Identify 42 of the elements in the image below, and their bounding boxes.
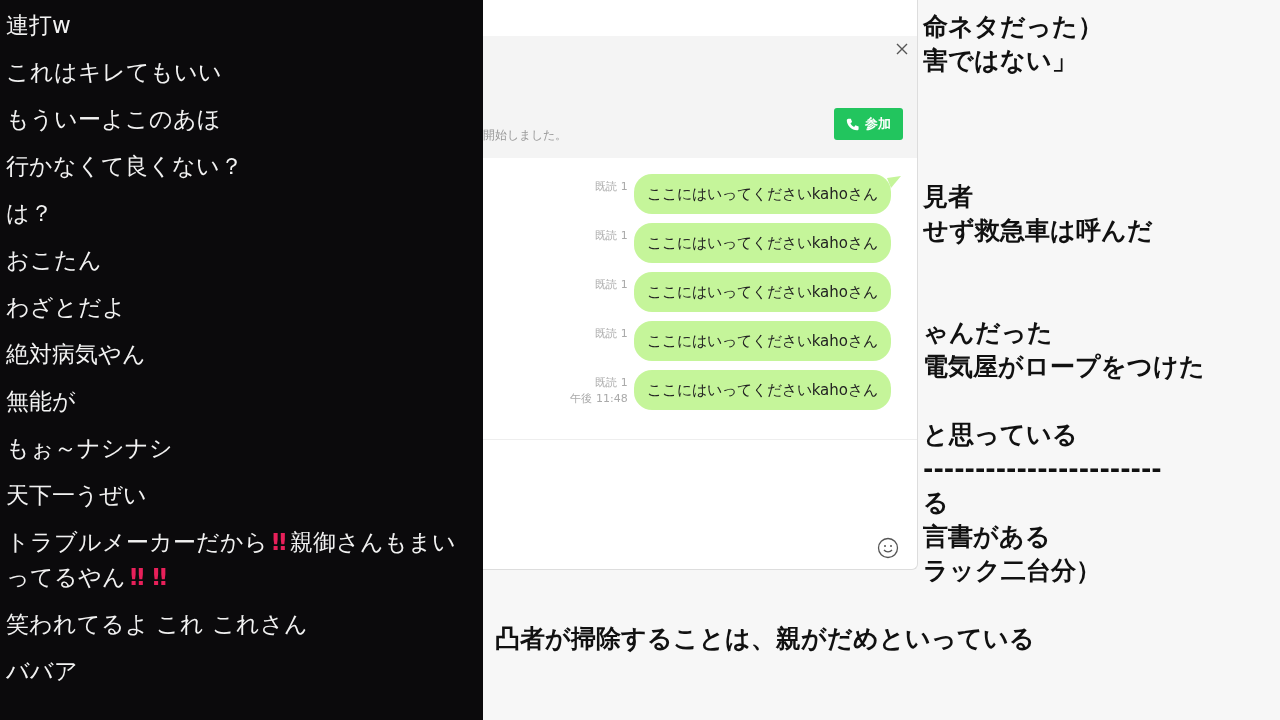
message-bubble: ここにはいってくださいkahoさん: [633, 321, 891, 361]
close-icon[interactable]: [895, 42, 909, 56]
document-line: せず救急車は呼んだ: [923, 215, 1153, 247]
phone-icon: [846, 117, 859, 131]
read-receipt: 既読 1: [595, 228, 628, 244]
chat-message: 連打w: [6, 11, 72, 40]
chat-message: は？: [6, 199, 54, 228]
read-receipt: 既読 1: [595, 326, 628, 342]
read-receipt: 既読 1: [595, 179, 628, 195]
document-line: る: [923, 487, 949, 519]
bubble-tail: [887, 176, 901, 188]
chat-message: 行かなくて良くない？: [6, 152, 244, 181]
emoji-icon[interactable]: [877, 537, 899, 559]
document-line: ゃんだった: [923, 317, 1053, 349]
chat-message: もういーよこのあほ: [6, 105, 222, 134]
document-line: 凸者が掃除することは、親がだめといっている: [495, 623, 1035, 655]
chat-message: 無能が: [6, 387, 77, 416]
message-bubble: ここにはいってくださいkahoさん: [633, 272, 891, 312]
document-line: と思っている: [923, 419, 1078, 451]
document-line: 害ではない」: [923, 45, 1077, 77]
call-notice: 開始しました。: [483, 127, 567, 144]
read-receipt: 既読 1: [595, 375, 628, 391]
chat-message: 天下一うぜい: [6, 481, 148, 510]
read-receipt: 既読 1: [595, 277, 628, 293]
chat-message: これはキレてもいい: [6, 58, 223, 87]
chat-message: わざとだよ: [6, 293, 127, 322]
chat-message: おこたん: [6, 246, 103, 275]
message-bubble: ここにはいってくださいkahoさん: [633, 223, 891, 263]
message-time: 午後 11:48: [570, 391, 628, 407]
document-line: ラック二台分）: [923, 555, 1101, 587]
join-button[interactable]: 参加: [834, 108, 903, 140]
message-bubble: ここにはいってくださいkahoさん: [633, 370, 891, 410]
document-line: 電気屋がロープをつけた: [923, 351, 1205, 383]
document-line: 見者: [923, 181, 973, 213]
chat-message: もぉ～ナシナシ: [6, 434, 174, 463]
chat-message: トラブルメーカーだから ‼ 親御さんもまいってるやん ‼ ‼: [6, 528, 458, 592]
chat-message: 絶対病気やん: [6, 340, 147, 369]
document-line: 命ネタだった）: [923, 11, 1103, 43]
document-line: -----------------------: [923, 453, 1162, 485]
chat-message: ババア: [6, 657, 79, 686]
chat-message: 笑われてるよ これ これさん: [6, 610, 309, 639]
document-line: 言書がある: [923, 521, 1051, 553]
